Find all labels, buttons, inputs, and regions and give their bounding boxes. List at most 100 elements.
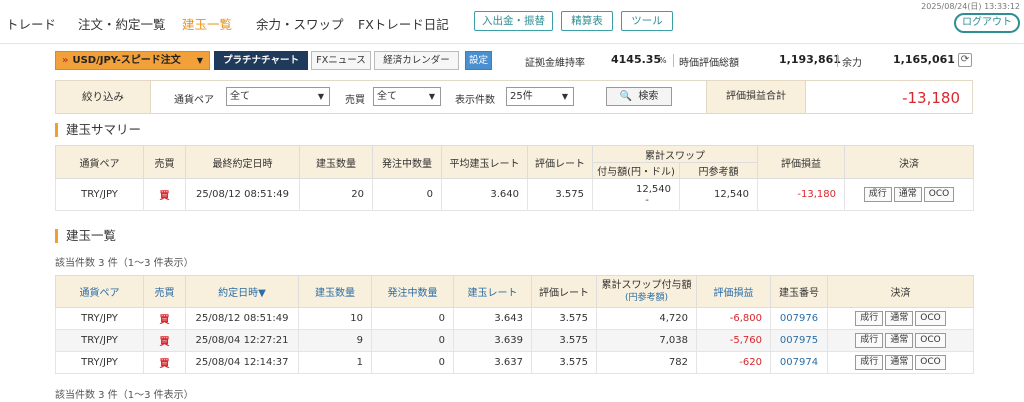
- cell-swap: 4,720: [596, 307, 697, 330]
- summary-title: 建玉サマリー: [55, 123, 141, 137]
- dropdown-arrow-icon: ▼: [317, 92, 324, 101]
- cell-settle: 成行 通常 OCO: [844, 178, 974, 211]
- nav-trade-diary[interactable]: FXトレード日記: [358, 14, 449, 33]
- cell-date: 25/08/04 12:14:37: [185, 351, 299, 374]
- table-row: TRY/JPY 買 25/08/12 08:51:49 20 0 3.640 3…: [55, 178, 974, 211]
- tools-button[interactable]: ツール: [621, 11, 673, 31]
- margin-ratio-value: 4145.35: [611, 53, 662, 66]
- pair-select-label: USD/JPY-スピード注文: [72, 55, 181, 66]
- cell-pl: -6,800: [696, 307, 771, 330]
- current-datetime: 2025/08/24(日) 13:33:12: [921, 2, 1020, 11]
- normal-settle-button[interactable]: 通常: [893, 187, 922, 202]
- logout-button[interactable]: ログアウト: [954, 13, 1020, 33]
- col-swap-grant: 付与額(円・ドル): [592, 162, 680, 179]
- market-settle-button[interactable]: 成行: [855, 333, 884, 348]
- col-swap-sub[interactable]: (円参考額): [597, 292, 696, 304]
- positions-title: 建玉一覧: [55, 229, 116, 243]
- normal-settle-button[interactable]: 通常: [885, 355, 914, 370]
- economic-calendar-button[interactable]: 経済カレンダー: [374, 51, 459, 70]
- cell-swap-ref: 12,540: [679, 178, 758, 211]
- col-rate-sort[interactable]: 建玉レート: [453, 275, 532, 308]
- valuation-label: 時価評価総額: [679, 58, 739, 69]
- valuation-value: 1,193,861: [779, 53, 841, 66]
- col-swap-ref: 円参考額: [679, 162, 758, 179]
- cell-pending: 0: [371, 351, 454, 374]
- nav-orders[interactable]: 注文・約定一覧: [78, 14, 166, 33]
- cell-qty: 10: [298, 307, 372, 330]
- col-pair-sort[interactable]: 通貨ペア: [55, 275, 144, 308]
- nav-capacity-swap[interactable]: 余力・スワップ: [256, 14, 344, 33]
- col-qty: 建玉数量: [299, 145, 373, 179]
- cell-qty: 9: [298, 329, 372, 352]
- available-value: 1,165,061: [893, 53, 955, 66]
- divider: [837, 54, 838, 67]
- cell-position-id[interactable]: 007974: [770, 351, 828, 374]
- platinum-chart-button[interactable]: プラチナチャート: [214, 51, 308, 70]
- positions-table: 通貨ペア 売買 約定日時▼ 建玉数量 発注中数量 建玉レート 評価レート 累計ス…: [55, 275, 974, 374]
- filter-label: 絞り込み: [56, 81, 151, 113]
- fx-news-button[interactable]: FXニュース: [311, 51, 371, 70]
- normal-settle-button[interactable]: 通常: [885, 311, 914, 326]
- nav-positions[interactable]: 建玉一覧: [182, 14, 232, 33]
- available-label: 余力: [842, 58, 862, 69]
- market-settle-button[interactable]: 成行: [855, 311, 884, 326]
- total-pl-value: -13,180: [902, 89, 960, 107]
- cell-pair: TRY/JPY: [55, 329, 144, 352]
- col-qty-sort[interactable]: 建玉数量: [298, 275, 372, 308]
- margin-ratio-unit: %: [659, 56, 667, 65]
- cell-pl: -620: [696, 351, 771, 374]
- cell-settle: 成行 通常 OCO: [827, 351, 974, 374]
- oco-settle-button[interactable]: OCO: [915, 311, 946, 326]
- col-pair: 通貨ペア: [55, 145, 144, 179]
- count-filter-value: 25件: [510, 91, 533, 102]
- search-button[interactable]: 🔍 検索: [606, 87, 672, 106]
- col-avg-rate: 平均建玉レート: [441, 145, 528, 179]
- col-pending-sort[interactable]: 発注中数量: [371, 275, 454, 308]
- cell-qty: 20: [299, 178, 373, 211]
- settlement-sheet-button[interactable]: 精算表: [561, 11, 613, 31]
- double-chevron-icon: »: [62, 55, 69, 66]
- cell-position-id[interactable]: 007976: [770, 307, 828, 330]
- nav-trade[interactable]: トレード: [6, 14, 56, 33]
- cell-pl: -13,180: [757, 178, 845, 211]
- search-button-label: 検索: [638, 91, 659, 102]
- cell-pending: 0: [372, 178, 442, 211]
- cell-side: 買: [143, 351, 186, 374]
- oco-settle-button[interactable]: OCO: [923, 187, 955, 202]
- positions-count-top: 該当件数 3 件（1～3 件表示）: [55, 258, 194, 269]
- cell-date: 25/08/04 12:27:21: [185, 329, 299, 352]
- col-last-date: 最終約定日時: [185, 145, 300, 179]
- pair-filter-select[interactable]: 全て ▼: [226, 87, 330, 106]
- settings-button[interactable]: 設定: [465, 51, 492, 70]
- market-settle-button[interactable]: 成行: [863, 187, 892, 202]
- cell-side: 買: [143, 307, 186, 330]
- col-side: 売買: [143, 145, 186, 179]
- cell-last-date: 25/08/12 08:51:49: [185, 178, 300, 211]
- cell-pair: TRY/JPY: [55, 178, 144, 211]
- normal-settle-button[interactable]: 通常: [885, 333, 914, 348]
- side-filter-value: 全て: [377, 91, 397, 102]
- col-side-sort[interactable]: 売買: [143, 275, 186, 308]
- col-pl-sort[interactable]: 評価損益: [696, 275, 771, 308]
- col-settle: 決済: [827, 275, 974, 308]
- side-filter-select[interactable]: 全て ▼: [373, 87, 441, 106]
- cell-rate: 3.643: [453, 307, 532, 330]
- margin-ratio-label: 証拠金維持率: [525, 58, 585, 69]
- cell-eval-rate: 3.575: [531, 329, 597, 352]
- cell-position-id[interactable]: 007975: [770, 329, 828, 352]
- count-filter-select[interactable]: 25件 ▼: [506, 87, 574, 106]
- cell-swap: 7,038: [596, 329, 697, 352]
- col-swap: 累計スワップ: [592, 145, 758, 163]
- oco-settle-button[interactable]: OCO: [915, 355, 946, 370]
- cell-pl: -5,760: [696, 329, 771, 352]
- refresh-icon[interactable]: ⟳: [958, 53, 972, 67]
- col-date-sort[interactable]: 約定日時▼: [185, 275, 299, 308]
- cell-swap: 782: [596, 351, 697, 374]
- deposit-withdraw-button[interactable]: 入出金・振替: [474, 11, 553, 31]
- oco-settle-button[interactable]: OCO: [915, 333, 946, 348]
- dropdown-arrow-icon: ▼: [561, 92, 568, 101]
- positions-count-bottom: 該当件数 3 件（1～3 件表示）: [55, 390, 194, 401]
- speed-order-pair-select[interactable]: » USD/JPY-スピード注文 ▼: [55, 51, 210, 70]
- market-settle-button[interactable]: 成行: [855, 355, 884, 370]
- summary-table: 通貨ペア 売買 最終約定日時 建玉数量 発注中数量 平均建玉レート 評価レート …: [55, 145, 974, 211]
